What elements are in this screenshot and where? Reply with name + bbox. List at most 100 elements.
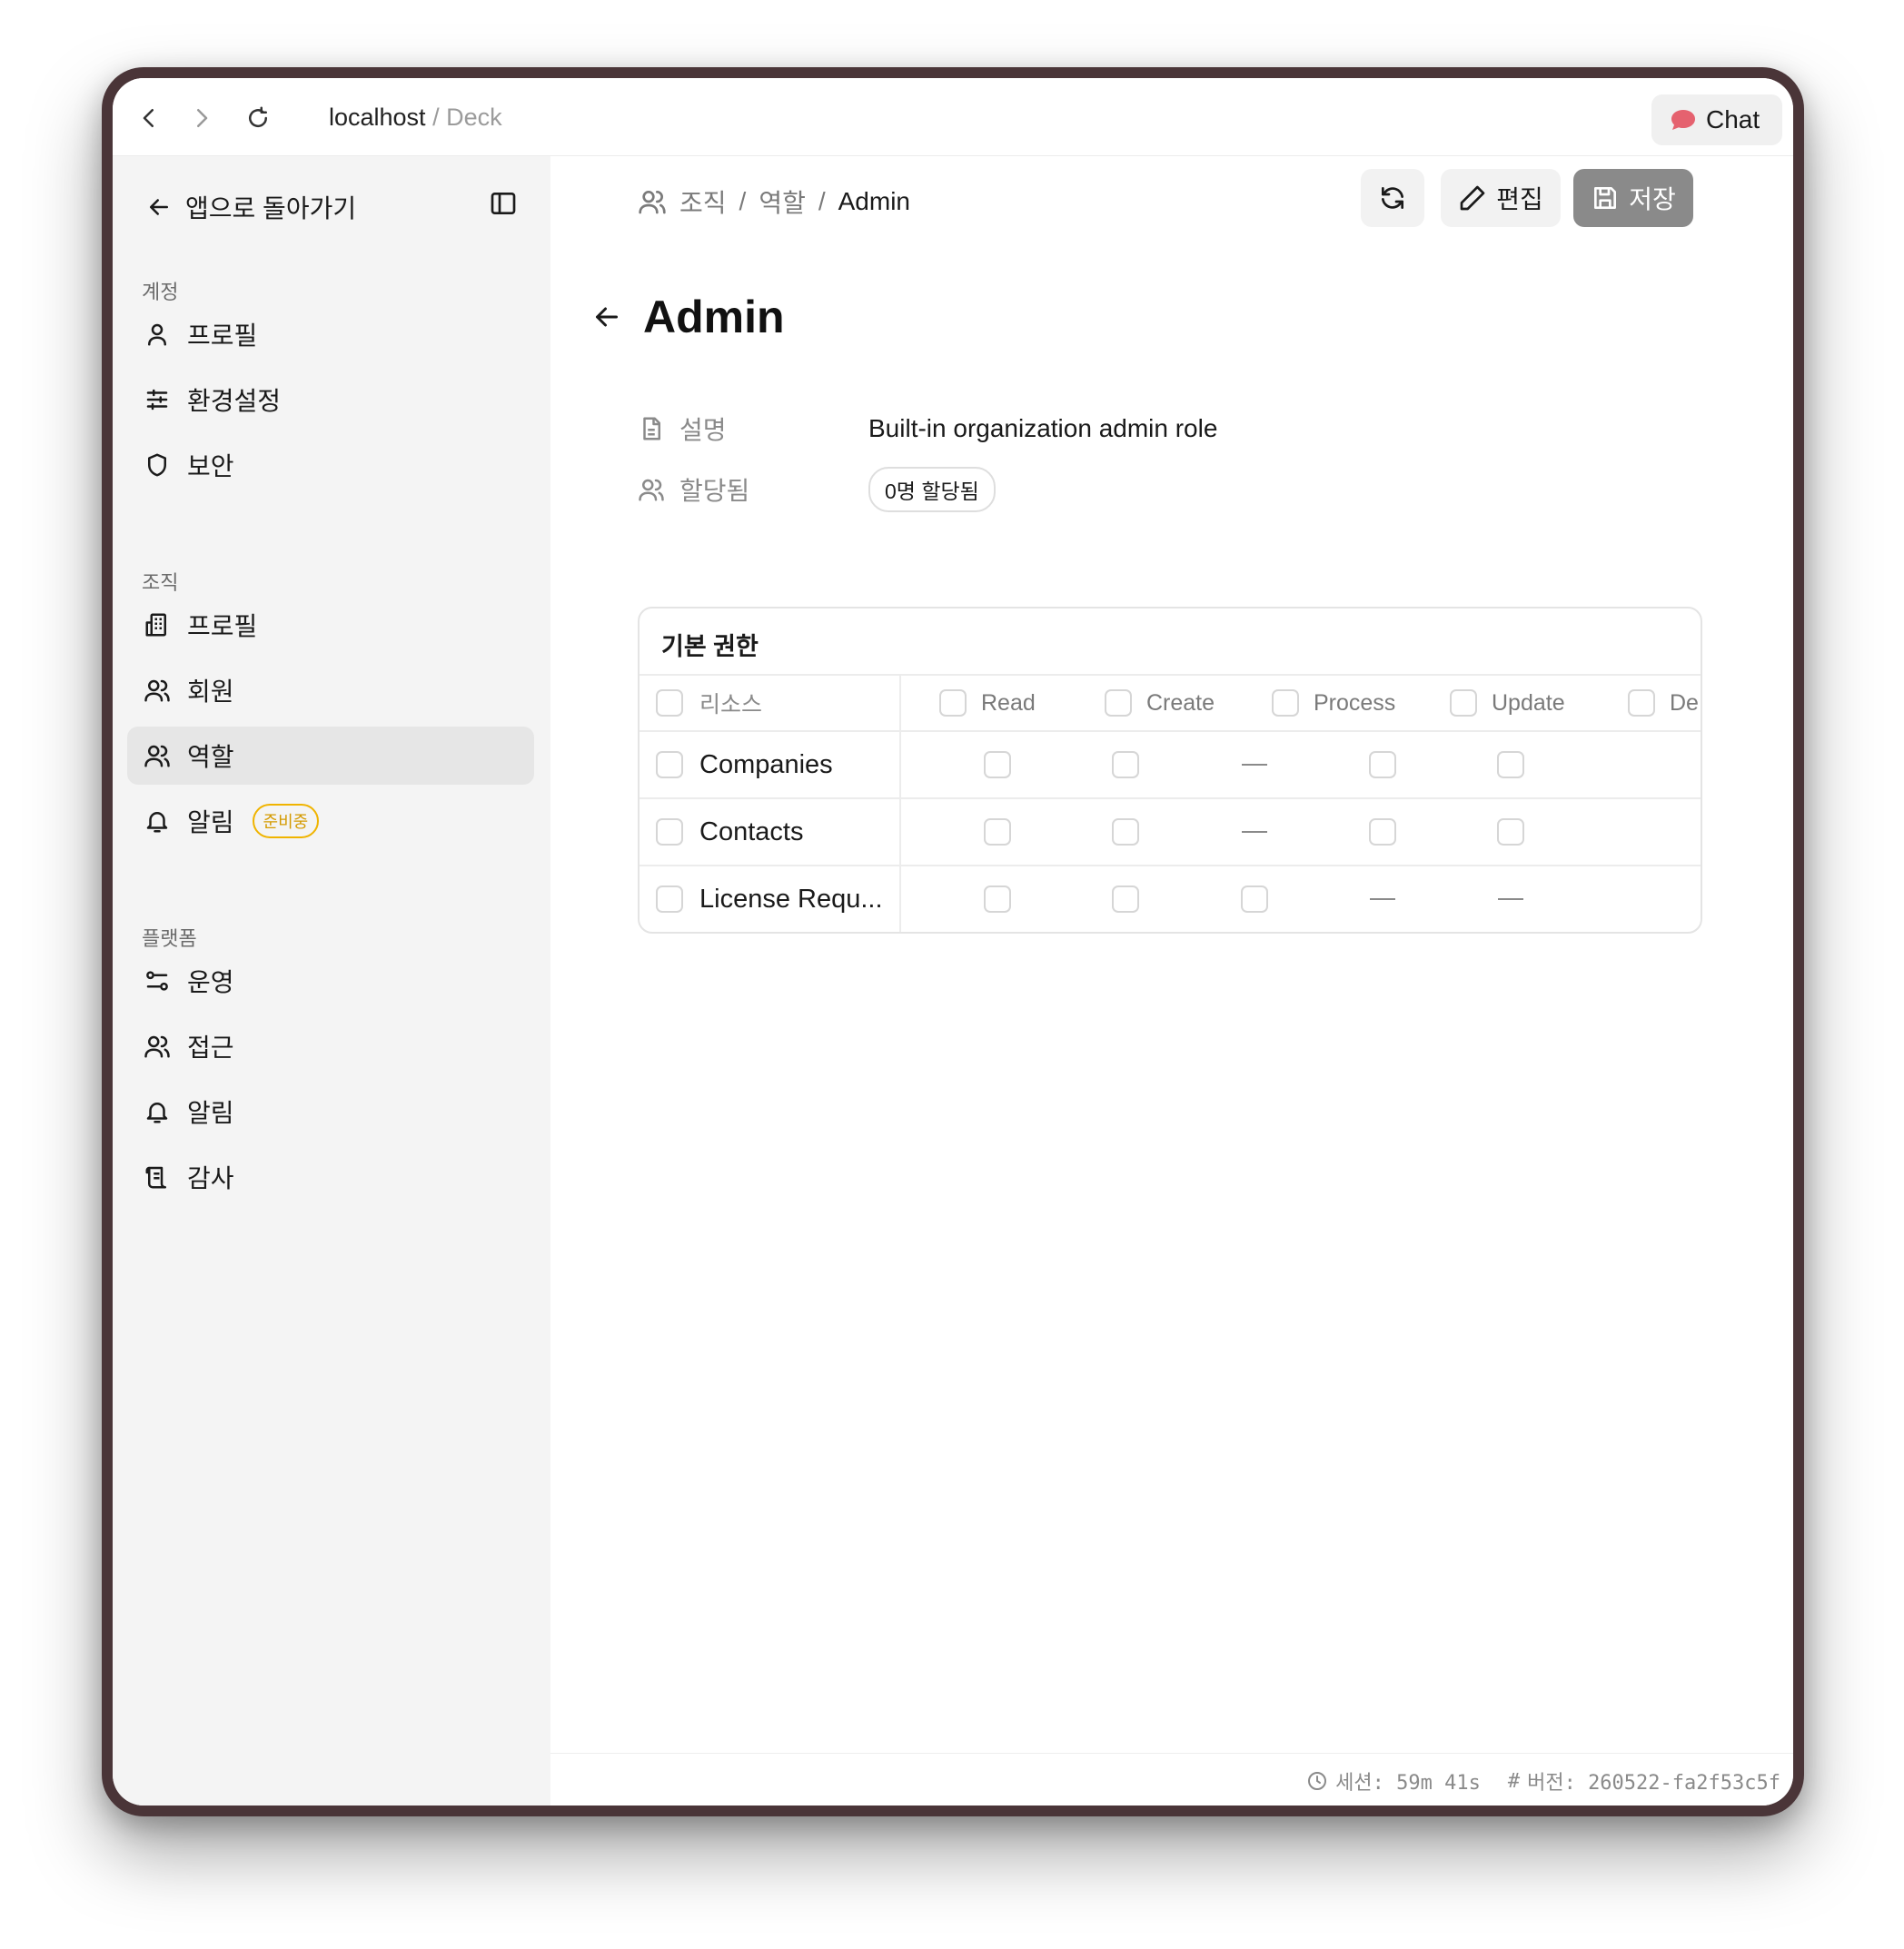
column-header-update[interactable]: Update bbox=[1450, 676, 1565, 730]
column-checkbox[interactable] bbox=[1105, 689, 1132, 717]
assigned-count-badge[interactable]: 0명 할당됨 bbox=[868, 467, 996, 512]
chat-bubble-icon bbox=[1671, 110, 1695, 130]
url-separator: / bbox=[425, 104, 447, 131]
sidebar-item-roles[interactable]: 역할 bbox=[127, 727, 534, 785]
chat-button[interactable]: Chat bbox=[1651, 94, 1782, 145]
document-icon bbox=[643, 417, 660, 440]
arrow-left-icon[interactable] bbox=[590, 301, 623, 333]
save-icon bbox=[1594, 187, 1617, 209]
title-row: Admin bbox=[590, 291, 785, 343]
sidebar-item-access[interactable]: 접근 bbox=[127, 1017, 534, 1075]
clock-icon bbox=[1308, 1772, 1327, 1790]
sidebar-item-label: 환경설정 bbox=[187, 387, 282, 415]
reload-button[interactable] bbox=[242, 102, 274, 134]
permission-cell bbox=[1107, 799, 1144, 865]
column-checkbox[interactable] bbox=[1450, 689, 1477, 717]
row-checkbox[interactable] bbox=[656, 885, 683, 913]
permissions-card: 기본 권한 리소스 Read Create Process Update De … bbox=[638, 607, 1702, 934]
sidebar-item-preferences[interactable]: 환경설정 bbox=[127, 371, 534, 429]
permission-cell bbox=[1236, 866, 1273, 932]
sidebar-panel-icon bbox=[491, 193, 516, 214]
forward-nav-button[interactable] bbox=[185, 102, 218, 134]
save-button[interactable]: 저장 bbox=[1573, 169, 1693, 227]
permission-checkbox[interactable] bbox=[1112, 751, 1140, 778]
not-applicable-dash bbox=[1241, 831, 1267, 833]
permission-checkbox[interactable] bbox=[1112, 818, 1140, 846]
permission-cell bbox=[1236, 799, 1273, 865]
sidebar-item-label: 감사 bbox=[187, 1164, 234, 1192]
bell-icon bbox=[146, 1103, 168, 1123]
permission-checkbox[interactable] bbox=[1368, 818, 1396, 846]
section-label-org: 조직 bbox=[142, 571, 179, 594]
permission-checkbox[interactable] bbox=[983, 885, 1011, 913]
table-row: License Requ... bbox=[640, 865, 1701, 932]
column-checkbox[interactable] bbox=[1272, 689, 1299, 717]
column-label: Read bbox=[981, 689, 1036, 716]
sidebar-toggle-button[interactable] bbox=[489, 189, 518, 218]
permission-cell bbox=[1236, 732, 1273, 797]
browser-bar: localhost / Deck Chat bbox=[113, 78, 1793, 156]
sliders-icon bbox=[146, 389, 168, 411]
sidebar-item-members[interactable]: 회원 bbox=[127, 661, 534, 719]
permission-checkbox[interactable] bbox=[1368, 751, 1396, 778]
sidebar-item-platform-notifications[interactable]: 알림 bbox=[127, 1083, 534, 1141]
sidebar-item-operations[interactable]: 운영 bbox=[127, 952, 534, 1010]
sidebar-item-label: 알림 bbox=[187, 1099, 234, 1127]
permission-checkbox[interactable] bbox=[1112, 885, 1140, 913]
edit-label: 편집 bbox=[1496, 185, 1543, 213]
select-all-checkbox[interactable] bbox=[656, 689, 683, 717]
permission-cell bbox=[1492, 732, 1529, 797]
column-checkbox[interactable] bbox=[939, 689, 967, 717]
column-label: Create bbox=[1146, 689, 1215, 716]
permissions-rows: Companies Contacts License Requ... bbox=[640, 730, 1701, 932]
hash-icon: # bbox=[1507, 1769, 1521, 1793]
breadcrumb-separator: / bbox=[818, 187, 826, 215]
sidebar-item-org-notifications[interactable]: 알림 준비중 bbox=[127, 792, 534, 850]
description-row: 설명 Built-in organization admin role bbox=[638, 411, 1217, 447]
save-label: 저장 bbox=[1629, 185, 1676, 213]
permission-checkbox[interactable] bbox=[1497, 818, 1525, 846]
breadcrumb-current: Admin bbox=[838, 187, 910, 215]
table-header-row: 리소스 Read Create Process Update De bbox=[640, 674, 1701, 730]
row-checkbox[interactable] bbox=[656, 818, 683, 846]
permission-checkbox[interactable] bbox=[1240, 885, 1268, 913]
column-checkbox[interactable] bbox=[1628, 689, 1655, 717]
section-label-platform: 플랫폼 bbox=[142, 927, 197, 950]
toggles-icon bbox=[146, 971, 168, 991]
permission-checkbox[interactable] bbox=[983, 818, 1011, 846]
building-icon bbox=[145, 613, 166, 637]
sidebar-item-org-profile[interactable]: 프로필 bbox=[127, 596, 534, 654]
breadcrumb-separator: / bbox=[739, 187, 747, 215]
back-to-app-link[interactable]: 앱으로 돌아가기 bbox=[145, 189, 356, 225]
row-checkbox[interactable] bbox=[656, 751, 683, 778]
resource-name: License Requ... bbox=[699, 884, 883, 914]
sidebar-item-account-profile[interactable]: 프로필 bbox=[127, 305, 534, 363]
refresh-button[interactable] bbox=[1361, 169, 1424, 227]
sidebar-item-label: 프로필 bbox=[187, 612, 258, 640]
refresh-icon bbox=[1382, 187, 1403, 209]
main-content: 조직 / 역할 / Admin 편집 저장 Admin 설명 Built-in … bbox=[550, 156, 1793, 1806]
permission-checkbox[interactable] bbox=[1497, 751, 1525, 778]
sidebar-item-audit[interactable]: 감사 bbox=[127, 1148, 534, 1206]
column-header-delete[interactable]: De bbox=[1628, 676, 1699, 730]
breadcrumb-org[interactable]: 조직 bbox=[679, 183, 727, 220]
back-nav-button[interactable] bbox=[133, 102, 165, 134]
app-window: localhost / Deck Chat 앱으로 돌아가기 계정 프로필 환경… bbox=[113, 78, 1793, 1806]
sidebar-item-security[interactable]: 보안 bbox=[127, 436, 534, 494]
not-applicable-dash bbox=[1241, 764, 1267, 766]
permission-cell bbox=[1364, 799, 1401, 865]
assigned-label: 할당됨 bbox=[679, 477, 750, 505]
assigned-row: 할당됨 0명 할당됨 bbox=[638, 467, 996, 512]
permission-checkbox[interactable] bbox=[983, 751, 1011, 778]
url-bar[interactable]: localhost / Deck bbox=[329, 104, 502, 132]
breadcrumb-roles[interactable]: 역할 bbox=[759, 183, 806, 220]
column-header-read[interactable]: Read bbox=[939, 676, 1036, 730]
column-header-create[interactable]: Create bbox=[1105, 676, 1215, 730]
users-icon bbox=[144, 1035, 170, 1058]
column-header-process[interactable]: Process bbox=[1272, 676, 1395, 730]
table-row: Companies bbox=[640, 730, 1701, 797]
chevron-left-icon bbox=[143, 109, 154, 127]
edit-button[interactable]: 편집 bbox=[1441, 169, 1561, 227]
table-row: Contacts bbox=[640, 797, 1701, 865]
permission-cell bbox=[1107, 866, 1144, 932]
